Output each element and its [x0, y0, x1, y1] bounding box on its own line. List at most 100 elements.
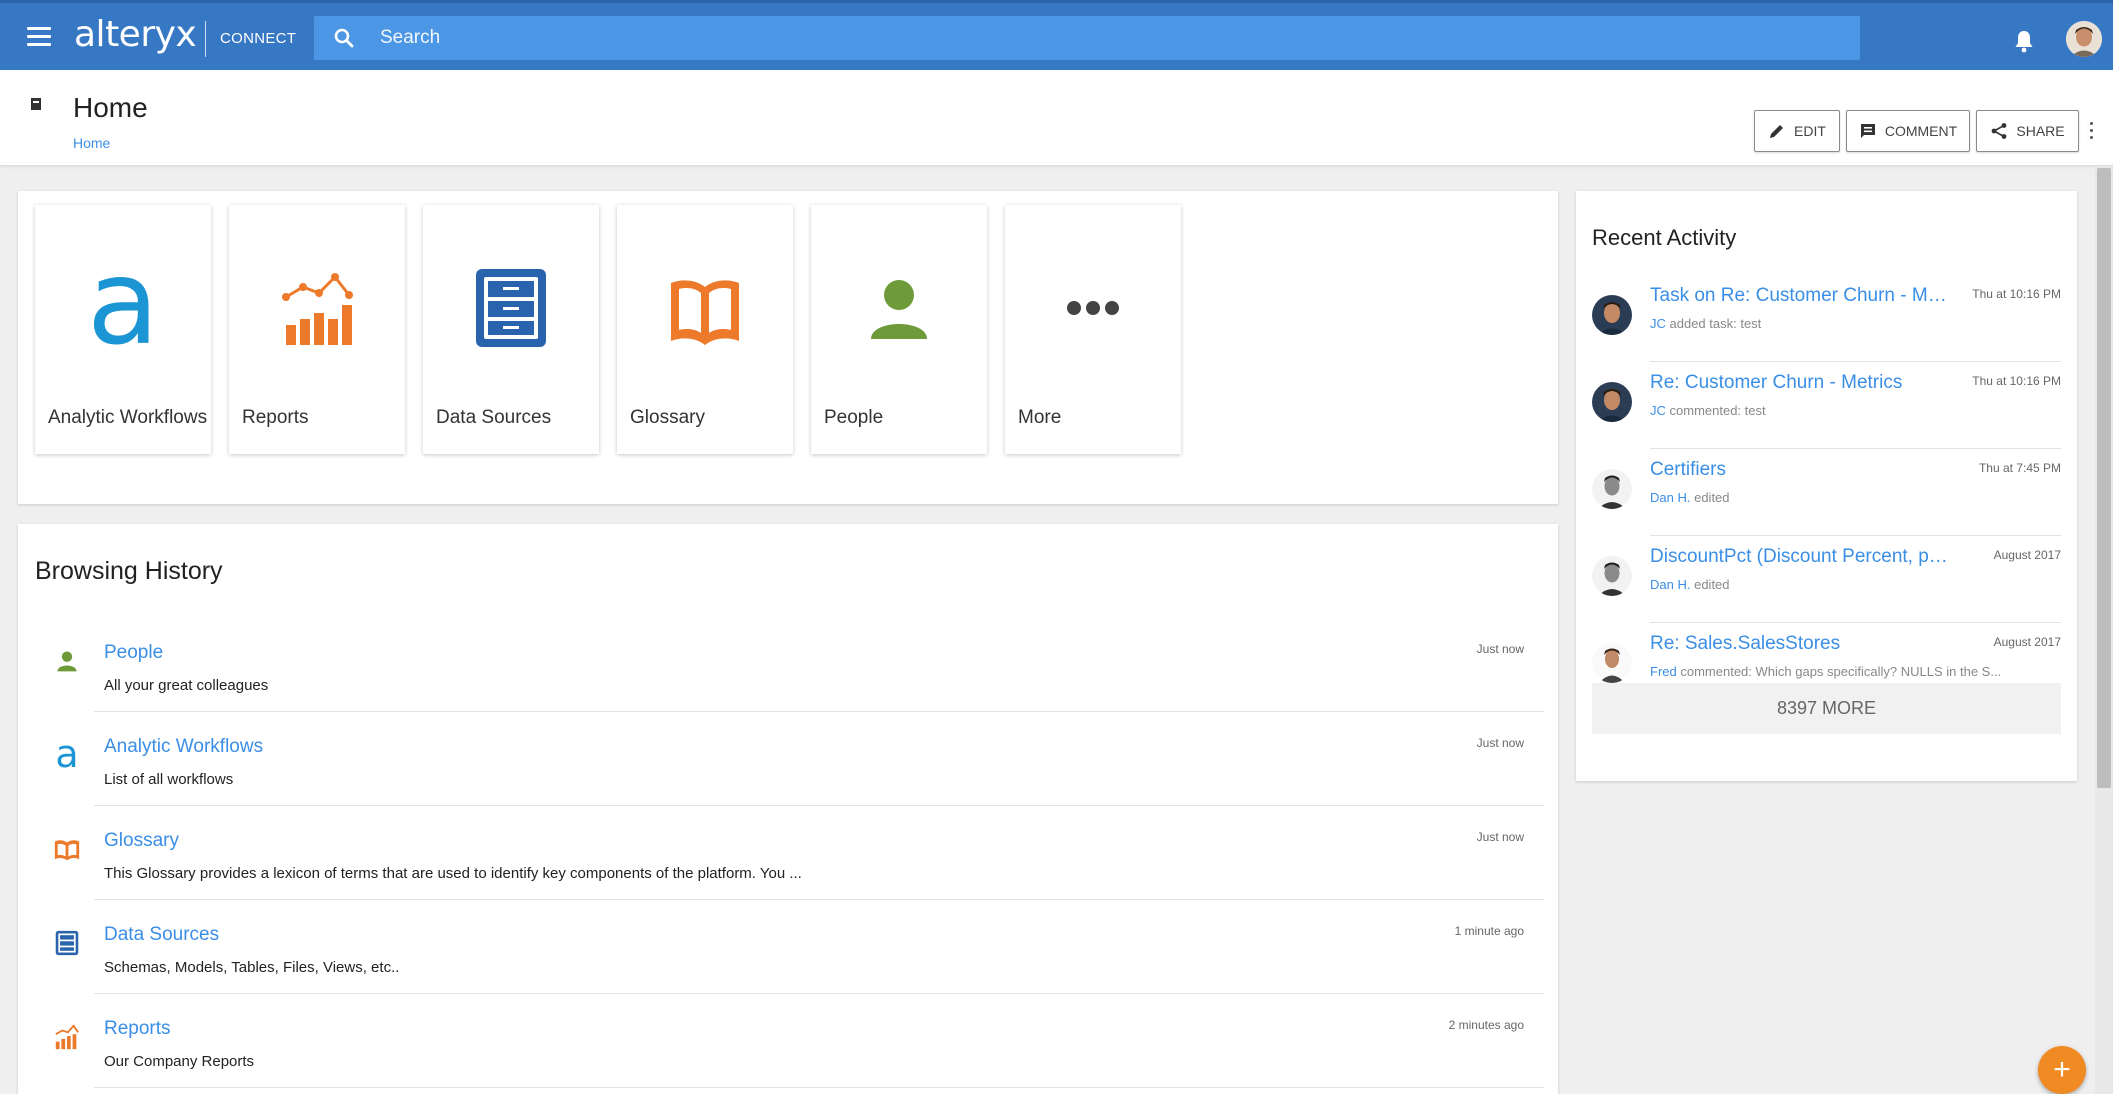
comment-label: COMMENT — [1884, 123, 1958, 139]
activity-user[interactable]: Fred — [1650, 664, 1677, 679]
activity-action: added task: test — [1669, 316, 1762, 331]
reports-chart-icon — [277, 263, 357, 353]
search-box[interactable] — [314, 16, 1860, 60]
history-item-title[interactable]: Glossary — [104, 830, 179, 852]
history-item-time: Just now — [1476, 830, 1524, 844]
bell-icon[interactable] — [2013, 29, 2035, 53]
activity-title[interactable]: Re: Sales.SalesStores — [1650, 633, 1950, 655]
tile-analytic-workflows[interactable]: a Analytic Workflows — [35, 205, 211, 454]
comment-button[interactable]: COMMENT — [1846, 110, 1970, 152]
activity-title[interactable]: Task on Re: Customer Churn - Metr... — [1650, 285, 1950, 307]
activity-item[interactable]: Re: Sales.SalesStores Fred commented: Wh… — [1576, 623, 2077, 683]
breadcrumb[interactable]: Home — [73, 135, 110, 151]
person-icon — [859, 263, 939, 353]
history-item-time: Just now — [1476, 642, 1524, 656]
alteryx-a-icon: a — [83, 263, 163, 353]
menu-icon[interactable] — [27, 27, 51, 47]
activity-user[interactable]: JC — [1650, 403, 1666, 418]
share-icon — [1991, 123, 2007, 139]
more-activity-button[interactable]: 8397 MORE — [1592, 683, 2061, 734]
activity-time: August 2017 — [1993, 635, 2061, 649]
tile-more[interactable]: More — [1005, 205, 1181, 454]
history-item[interactable]: People All your great colleagues Just no… — [18, 618, 1558, 712]
history-item[interactable]: Data Sources Schemas, Models, Tables, Fi… — [18, 900, 1558, 994]
ellipsis-icon — [1053, 263, 1133, 353]
history-item-title[interactable]: Reports — [104, 1018, 171, 1040]
history-item[interactable]: Glossary This Glossary provides a lexico… — [18, 806, 1558, 900]
search-icon — [334, 28, 354, 48]
tile-glossary[interactable]: Glossary — [617, 205, 793, 454]
activity-item[interactable]: DiscountPct (Discount Percent, perc... D… — [1576, 536, 2077, 623]
history-item[interactable]: a Analytic Workflows List of all workflo… — [18, 712, 1558, 806]
share-button[interactable]: SHARE — [1976, 110, 2079, 152]
browsing-history-title: Browsing History — [35, 557, 223, 585]
user-avatar[interactable] — [2066, 21, 2102, 57]
activity-action: edited — [1694, 490, 1730, 505]
logo-divider — [205, 21, 206, 57]
recent-activity-panel: Recent Activity Task on Re: Customer Chu… — [1576, 191, 2077, 781]
logo[interactable]: alteryx — [74, 14, 197, 55]
add-button[interactable]: + — [2038, 1046, 2086, 1094]
activity-time: Thu at 10:16 PM — [1972, 287, 2061, 301]
person-icon — [52, 646, 82, 676]
activity-subtitle: Dan H. edited — [1650, 577, 2010, 592]
quick-links-panel: a Analytic Workflows Reports Data Source… — [18, 191, 1558, 504]
edit-button[interactable]: EDIT — [1754, 110, 1840, 152]
scrollbar-thumb[interactable] — [2097, 168, 2111, 788]
avatar — [1592, 382, 1632, 422]
activity-user[interactable]: Dan H. — [1650, 490, 1690, 505]
history-item-desc: All your great colleagues — [104, 677, 269, 694]
activity-title[interactable]: Re: Customer Churn - Metrics — [1650, 372, 1950, 394]
activity-title[interactable]: DiscountPct (Discount Percent, perc... — [1650, 546, 1950, 568]
svg-text:a: a — [55, 740, 78, 770]
search-input[interactable] — [380, 16, 1840, 60]
open-book-icon — [665, 263, 745, 353]
alteryx-a-icon: a — [52, 740, 82, 770]
activity-item[interactable]: Certifiers Dan H. edited Thu at 7:45 PM — [1576, 449, 2077, 536]
svg-text:a: a — [87, 263, 159, 353]
history-item-time: Just now — [1476, 736, 1524, 750]
logo-sub: CONNECT — [220, 30, 297, 47]
page-header: Home Home EDIT COMMENT SHARE — [0, 70, 2113, 166]
activity-item[interactable]: Re: Customer Churn - Metrics JC commente… — [1576, 362, 2077, 449]
history-item-time: 2 minutes ago — [1448, 1018, 1524, 1032]
history-item-time: 1 minute ago — [1454, 924, 1524, 938]
tile-label: Data Sources — [436, 407, 552, 428]
page-type-icon — [31, 98, 41, 110]
comment-icon — [1860, 124, 1875, 138]
activity-subtitle: JC commented: test — [1650, 403, 2010, 418]
tile-people[interactable]: People — [811, 205, 987, 454]
history-item-title[interactable]: People — [104, 642, 163, 664]
avatar — [1592, 643, 1632, 683]
edit-label: EDIT — [1794, 123, 1826, 139]
tile-label: People — [824, 407, 884, 428]
activity-subtitle: JC added task: test — [1650, 316, 2010, 331]
tile-label: More — [1018, 407, 1062, 428]
page-title: Home — [73, 92, 148, 123]
activity-subtitle: Fred commented: Which gaps specifically?… — [1650, 664, 2010, 679]
recent-activity-title: Recent Activity — [1592, 225, 1737, 250]
activity-title[interactable]: Certifiers — [1650, 459, 1950, 481]
reports-chart-icon — [52, 1022, 82, 1052]
activity-subtitle: Dan H. edited — [1650, 490, 2010, 505]
activity-action: edited — [1694, 577, 1730, 592]
activity-time: Thu at 7:45 PM — [1978, 461, 2061, 475]
more-options-icon[interactable] — [2088, 122, 2094, 144]
activity-user[interactable]: JC — [1650, 316, 1666, 331]
tile-data-sources[interactable]: Data Sources — [423, 205, 599, 454]
open-book-icon — [52, 834, 82, 864]
history-item-title[interactable]: Data Sources — [104, 924, 219, 946]
activity-user[interactable]: Dan H. — [1650, 577, 1690, 592]
pencil-icon — [1770, 125, 1784, 138]
top-bar: alteryx CONNECT — [0, 0, 2113, 70]
activity-item[interactable]: Task on Re: Customer Churn - Metr... JC … — [1576, 275, 2077, 362]
divider — [94, 1087, 1544, 1088]
history-item[interactable]: Reports Our Company Reports 2 minutes ag… — [18, 994, 1558, 1088]
history-item-desc: List of all workflows — [104, 771, 234, 788]
share-label: SHARE — [2016, 123, 2065, 139]
history-item-title[interactable]: Analytic Workflows — [104, 736, 263, 758]
activity-time: Thu at 10:16 PM — [1972, 374, 2061, 388]
tile-reports[interactable]: Reports — [229, 205, 405, 454]
history-item-desc: Our Company Reports — [104, 1053, 255, 1070]
history-item-desc: Schemas, Models, Tables, Files, Views, e… — [104, 959, 400, 976]
